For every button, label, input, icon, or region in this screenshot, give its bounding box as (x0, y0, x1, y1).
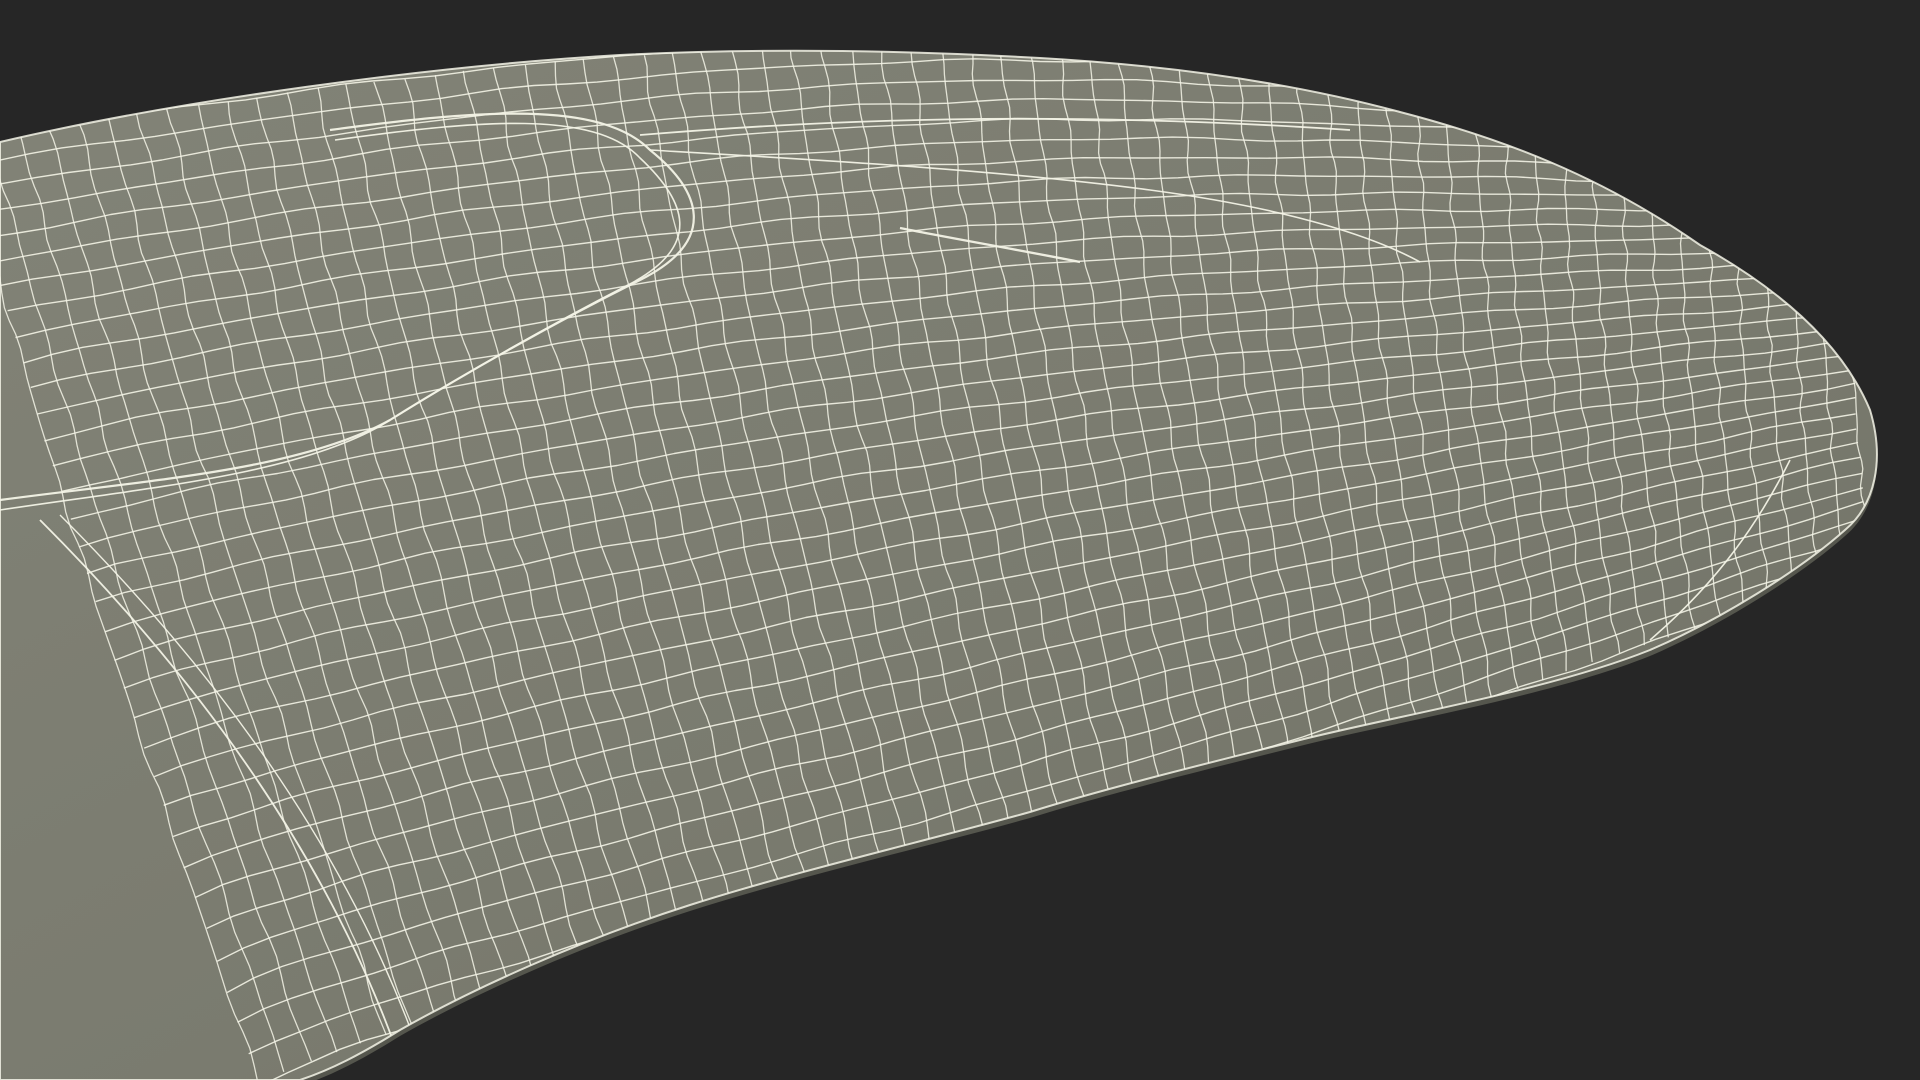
render-viewport (0, 0, 1920, 1080)
wireframe-render (0, 0, 1920, 1080)
